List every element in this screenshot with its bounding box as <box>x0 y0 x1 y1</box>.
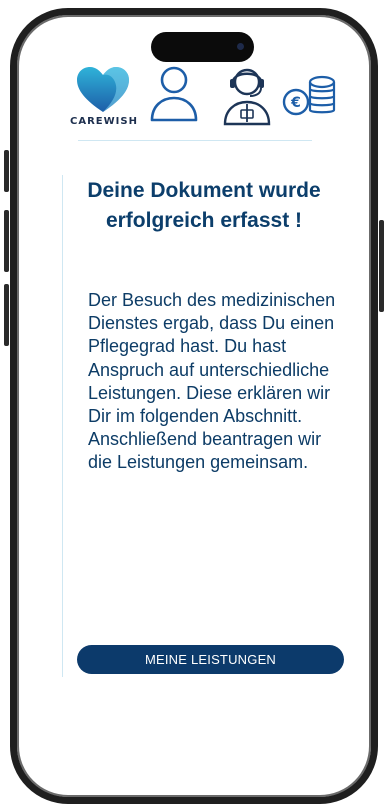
person-outline-icon[interactable] <box>148 64 200 124</box>
phone-side-button-left-3 <box>4 284 9 346</box>
header-divider <box>78 140 312 141</box>
heart-logo-icon <box>77 67 129 112</box>
phone-side-button-left-1 <box>4 150 9 192</box>
phone-side-button-right <box>379 220 384 312</box>
app-header: CAREWISH € <box>68 62 338 138</box>
meine-leistungen-button[interactable]: MEINE LEISTUNGEN <box>77 645 344 674</box>
phone-side-button-left-2 <box>4 210 9 272</box>
info-text: Der Besuch des medizinischen Dienstes er… <box>88 290 336 473</box>
content-left-rule <box>62 175 63 677</box>
carewish-logo[interactable]: CAREWISH <box>68 62 138 134</box>
camera-notch <box>151 32 254 62</box>
logo-text: CAREWISH <box>70 116 138 127</box>
support-agent-icon[interactable] <box>220 64 274 126</box>
page-title: Deine Dokument wurde erfolgreich erfasst… <box>87 179 321 232</box>
camera-lens <box>237 43 244 50</box>
svg-text:€: € <box>290 95 301 111</box>
euro-coins-icon[interactable]: € <box>280 72 338 122</box>
